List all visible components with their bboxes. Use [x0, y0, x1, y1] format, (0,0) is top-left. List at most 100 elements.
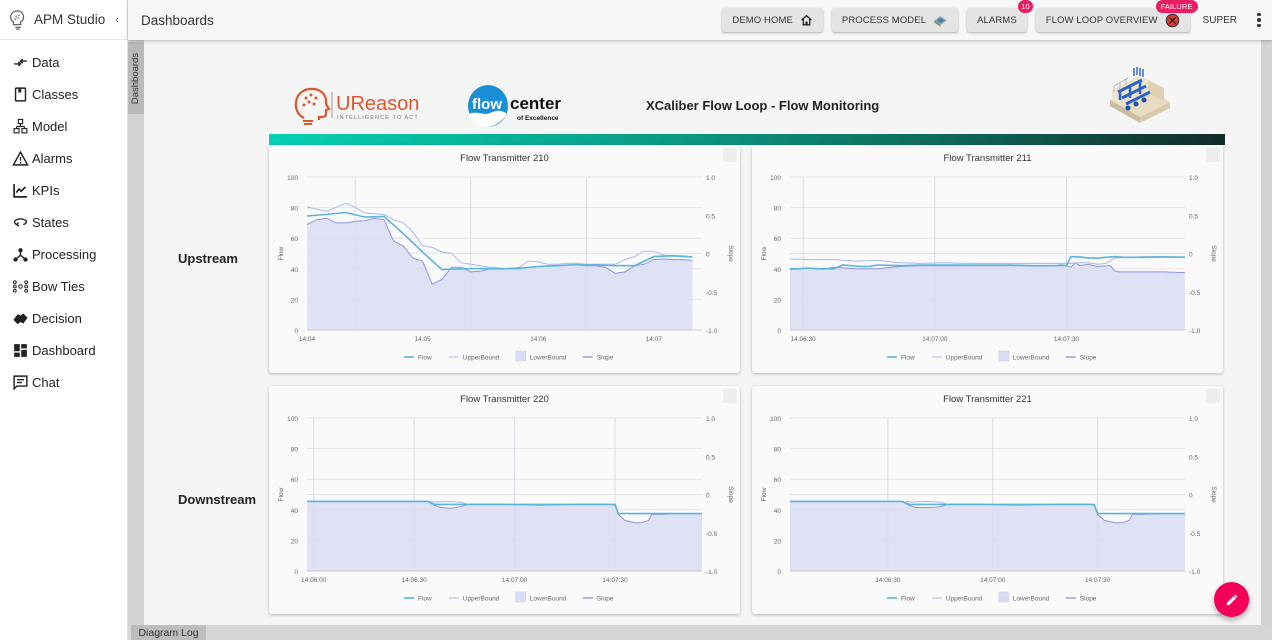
y-tick-label: 20: [291, 297, 299, 304]
sidebar-item-decision[interactable]: Decision: [0, 302, 127, 334]
y-tick-label: 60: [291, 477, 299, 484]
y-tick-label: 20: [291, 538, 299, 545]
dashboards-side-tab[interactable]: Dashboards: [128, 42, 144, 114]
sidebar-item-data[interactable]: Data: [0, 46, 127, 78]
x-tick-label: 14:07:30: [602, 577, 628, 584]
legend-item-upperbound: UpperBound: [931, 355, 983, 362]
y-tick-label: 20: [774, 538, 782, 545]
lowerbound-area: [790, 501, 1185, 571]
y-tick-label: 0: [294, 328, 298, 335]
sidebar-item-kpis[interactable]: KPIs: [0, 174, 127, 206]
ureason-tagline: INTELLIGENCE TO ACT: [337, 115, 419, 121]
hierarchy-icon: [10, 117, 30, 135]
ureason-wordmark: UReason: [336, 93, 419, 115]
sidebar-item-label: Decision: [32, 310, 82, 326]
sidebar-item-chat[interactable]: Chat: [0, 366, 127, 398]
sidebar-item-bow-ties[interactable]: Bow Ties: [0, 270, 127, 302]
legend-label: Flow: [901, 596, 915, 603]
dashboard-title: XCaliber Flow Loop - Flow Monitoring: [646, 98, 880, 113]
demo-home-button[interactable]: DEMO HOME: [722, 8, 823, 32]
x-tick-label: 14:06: [530, 336, 547, 343]
center-wordmark: center: [510, 94, 561, 113]
sidebar-item-label: States: [32, 214, 69, 230]
legend-item-lowerbound: LowerBound: [998, 591, 1050, 603]
more-vert-icon[interactable]: [1254, 12, 1264, 28]
app-name: APM Studio: [34, 12, 106, 27]
upstream-label: Upstream: [178, 251, 238, 266]
y2-tick-label: -1.0: [706, 328, 718, 335]
legend-item-slope: Slope: [1065, 596, 1097, 603]
edit-fab-button[interactable]: [1214, 582, 1249, 617]
flow-center-logo: flow center of Excellence: [468, 85, 561, 127]
sidebar-item-states[interactable]: States: [0, 206, 127, 238]
sidebar-item-dashboard[interactable]: Dashboard: [0, 334, 127, 366]
legend-label: Slope: [597, 355, 614, 362]
sidebar-item-model[interactable]: Model: [0, 110, 127, 142]
home-icon: [801, 14, 812, 25]
legend-label: Flow: [418, 355, 432, 362]
x-tick-label: 14:07:00: [502, 577, 528, 584]
y-tick-label: 0: [294, 569, 298, 576]
y-tick-label: 80: [291, 447, 299, 454]
legend-label: Slope: [597, 596, 614, 603]
legend-label: Slope: [1080, 355, 1097, 362]
sidebar: APM Studio ‹ Data Classes Model Alarms K…: [0, 0, 128, 640]
y2-tick-label: -0.5: [1189, 290, 1201, 297]
process-model-button[interactable]: PROCESS MODEL: [831, 8, 959, 32]
y-tick-label: 60: [774, 477, 782, 484]
y2-tick-label: 0.5: [1189, 454, 1198, 461]
chart-card-ft220: Flow Transmitter 220 0 20 40 60 80 100 -1.0 -0.…: [269, 386, 740, 614]
alarms-button[interactable]: ALARMS 10: [967, 0, 1033, 32]
x-tick-label: 14:07: [646, 336, 663, 343]
y2-tick-label: 1.0: [1189, 175, 1198, 182]
y2-tick-label: 1.0: [706, 175, 715, 182]
legend-swatch: [515, 591, 527, 603]
y2-tick-label: 0: [1189, 252, 1193, 259]
diagram-log-tab[interactable]: Diagram Log: [131, 625, 206, 640]
failure-x-icon: [1165, 13, 1179, 27]
header-actions: DEMO HOME PROCESS MODEL ALARMS 10 FLOW L…: [722, 0, 1264, 32]
failure-status-badge: FAILURE: [1155, 0, 1198, 13]
sidebar-item-alarms[interactable]: Alarms: [0, 142, 127, 174]
scrollbar-track[interactable]: [1261, 40, 1272, 625]
x-tick-label: 14:07:00: [922, 336, 948, 343]
button-label: FLOW LOOP OVERVIEW: [1045, 14, 1158, 26]
warning-icon: [10, 149, 30, 167]
button-label: DEMO HOME: [732, 14, 793, 26]
legend-item-lowerbound: LowerBound: [515, 350, 567, 362]
brain-head-icon: [294, 87, 331, 125]
sidebar-item-label: Model: [32, 118, 68, 134]
legend-item-slope: Slope: [582, 355, 614, 362]
legend-label: UpperBound: [946, 355, 983, 362]
bottom-tab-bar: Diagram Log: [128, 625, 1272, 640]
app-brand: APM Studio ‹: [0, 0, 127, 40]
state-loop-icon: [10, 213, 30, 231]
top-app-bar: Dashboards DEMO HOME PROCESS MODEL ALARM…: [128, 0, 1272, 40]
y2-axis-title: Slope: [1210, 486, 1217, 503]
legend-item-flow: Flow: [887, 355, 915, 362]
y-tick-label: 80: [291, 206, 299, 213]
sidebar-item-processing[interactable]: Processing: [0, 238, 127, 270]
legend-label: LowerBound: [1013, 355, 1050, 362]
sidebar-item-label: Bow Ties: [32, 278, 85, 294]
x-tick-label: 14:06:30: [875, 577, 901, 584]
sidebar-item-label: Dashboard: [32, 342, 96, 358]
legend-item-upperbound: UpperBound: [448, 596, 500, 603]
flow-loop-overview-button[interactable]: FLOW LOOP OVERVIEW FAILURE: [1035, 0, 1198, 32]
processing-node-icon: [10, 245, 30, 263]
legend-item-flow: Flow: [887, 596, 915, 603]
y-axis-title: Flow: [278, 246, 285, 260]
ureason-logo: UReason INTELLIGENCE TO ACT: [294, 87, 419, 125]
legend-item-lowerbound: LowerBound: [998, 350, 1050, 362]
y2-axis-title: Slope: [1210, 245, 1217, 262]
legend-label: UpperBound: [946, 596, 983, 603]
legend-label: LowerBound: [530, 596, 567, 603]
sidebar-item-label: Alarms: [32, 150, 73, 166]
sidebar-item-classes[interactable]: Classes: [0, 78, 127, 110]
y2-tick-label: 1.0: [706, 416, 715, 423]
legend-label: LowerBound: [1013, 596, 1050, 603]
y2-tick-label: 0: [706, 252, 710, 259]
user-name[interactable]: SUPER: [1203, 15, 1237, 26]
chevron-left-icon[interactable]: ‹: [115, 14, 119, 26]
chart-card-ft221: Flow Transmitter 221 0 20 40 60 80 100 -1.0 -0.…: [752, 386, 1223, 614]
